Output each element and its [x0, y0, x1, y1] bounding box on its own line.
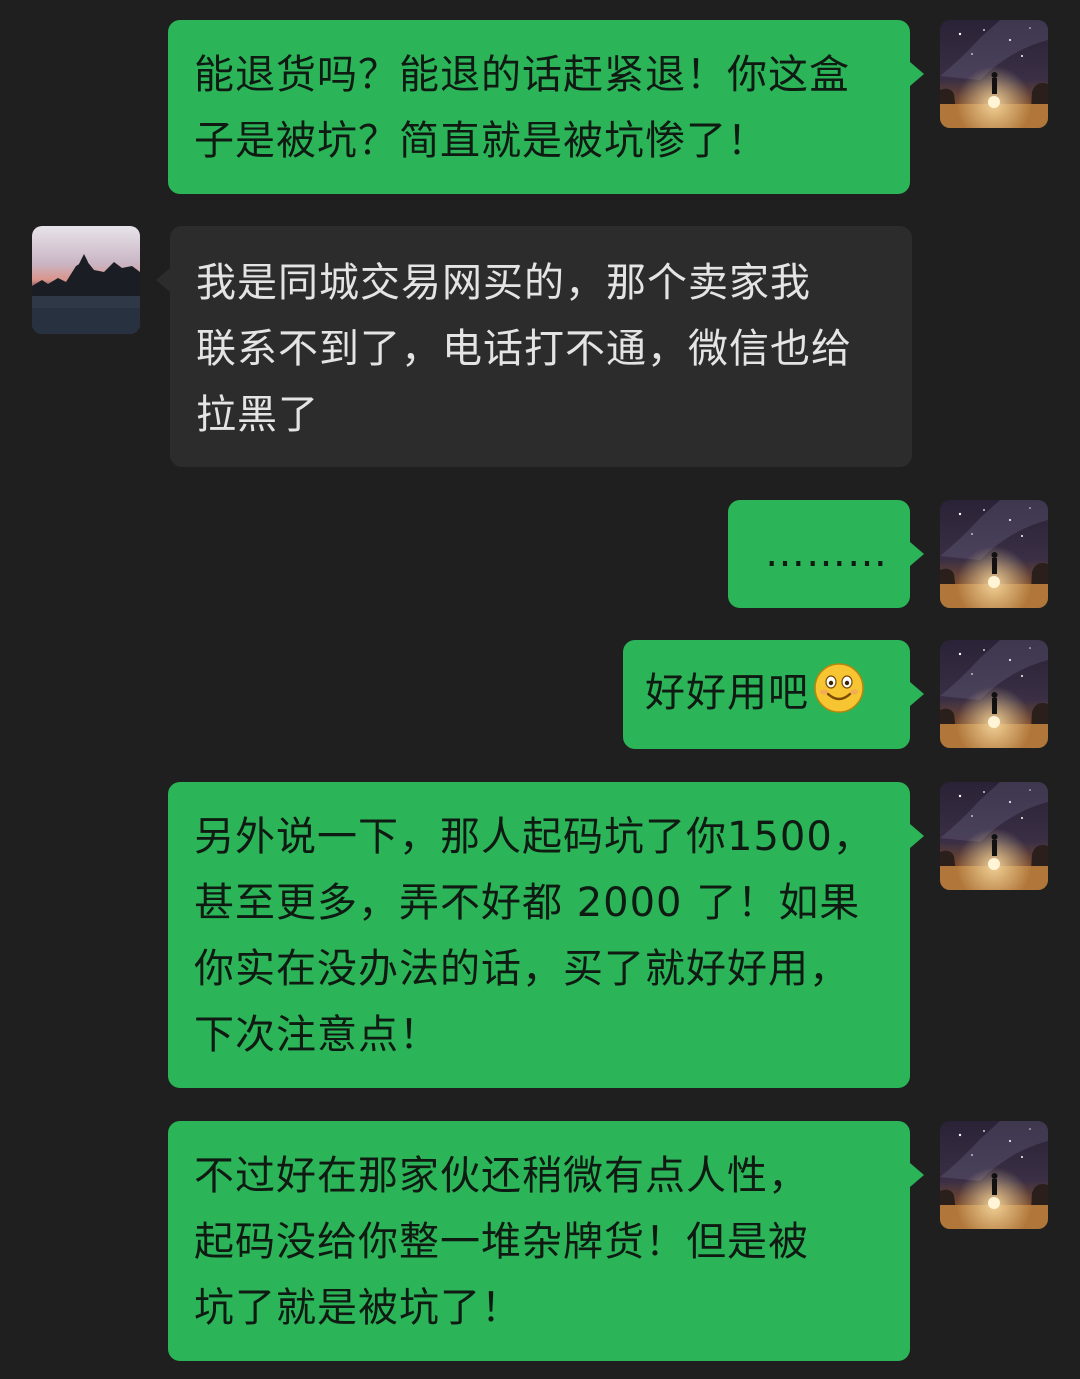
message-bubble-incoming[interactable]: 我是同城交易网买的，那个卖家我 联系不到了，电话打不通，微信也给 拉黑了	[170, 226, 912, 467]
message-text-line: 起码没给你整一堆杂牌货！但是被	[194, 1219, 809, 1265]
self-avatar-icon[interactable]	[940, 640, 1048, 748]
message-text-line: 子是被坑？简直就是被坑惨了！	[194, 118, 768, 164]
self-avatar-icon[interactable]	[940, 500, 1048, 608]
message-text-line: 好好用吧	[645, 660, 888, 726]
message-text: 好好用吧	[645, 670, 809, 716]
message-text-line: 甚至更多，弄不好都 2000 了！如果	[194, 880, 861, 926]
self-avatar-icon[interactable]	[940, 1121, 1048, 1229]
message-text-line: ………	[765, 530, 888, 576]
bubble-tail	[910, 542, 924, 566]
message-text-line: 联系不到了，电话打不通，微信也给	[196, 326, 852, 372]
self-avatar-icon[interactable]	[940, 20, 1048, 128]
bubble-tail	[910, 1163, 924, 1187]
message-text-line: 坑了就是被坑了！	[194, 1285, 522, 1331]
contact-avatar-icon[interactable]	[32, 226, 140, 334]
chat-area[interactable]: 能退货吗？能退的话赶紧退！你这盒 子是被坑？简直就是被坑惨了！ 我是同城交易网买…	[0, 0, 1080, 1379]
message-bubble-outgoing[interactable]: 好好用吧	[623, 640, 910, 749]
message-text-line: 另外说一下，那人起码坑了你1500，	[194, 814, 874, 860]
message-bubble-outgoing[interactable]: ………	[728, 500, 910, 608]
bubble-tail	[156, 268, 170, 292]
message-bubble-outgoing[interactable]: 另外说一下，那人起码坑了你1500， 甚至更多，弄不好都 2000 了！如果 你…	[168, 782, 910, 1088]
message-text-line: 不过好在那家伙还稍微有点人性，	[194, 1153, 809, 1199]
bubble-tail	[910, 824, 924, 848]
bubble-tail	[910, 682, 924, 706]
message-text-line: 你实在没办法的话，买了就好好用，	[194, 946, 850, 992]
bubble-tail	[910, 62, 924, 86]
self-avatar-icon[interactable]	[940, 782, 1048, 890]
message-text-line: 能退货吗？能退的话赶紧退！你这盒	[194, 52, 850, 98]
smile-emoji-icon	[813, 662, 865, 714]
message-text-line: 下次注意点！	[194, 1012, 440, 1058]
message-text-line: 拉黑了	[196, 392, 319, 438]
message-bubble-outgoing[interactable]: 能退货吗？能退的话赶紧退！你这盒 子是被坑？简直就是被坑惨了！	[168, 20, 910, 194]
message-bubble-outgoing[interactable]: 不过好在那家伙还稍微有点人性， 起码没给你整一堆杂牌货！但是被 坑了就是被坑了！	[168, 1121, 910, 1361]
message-text-line: 我是同城交易网买的，那个卖家我	[196, 260, 811, 306]
